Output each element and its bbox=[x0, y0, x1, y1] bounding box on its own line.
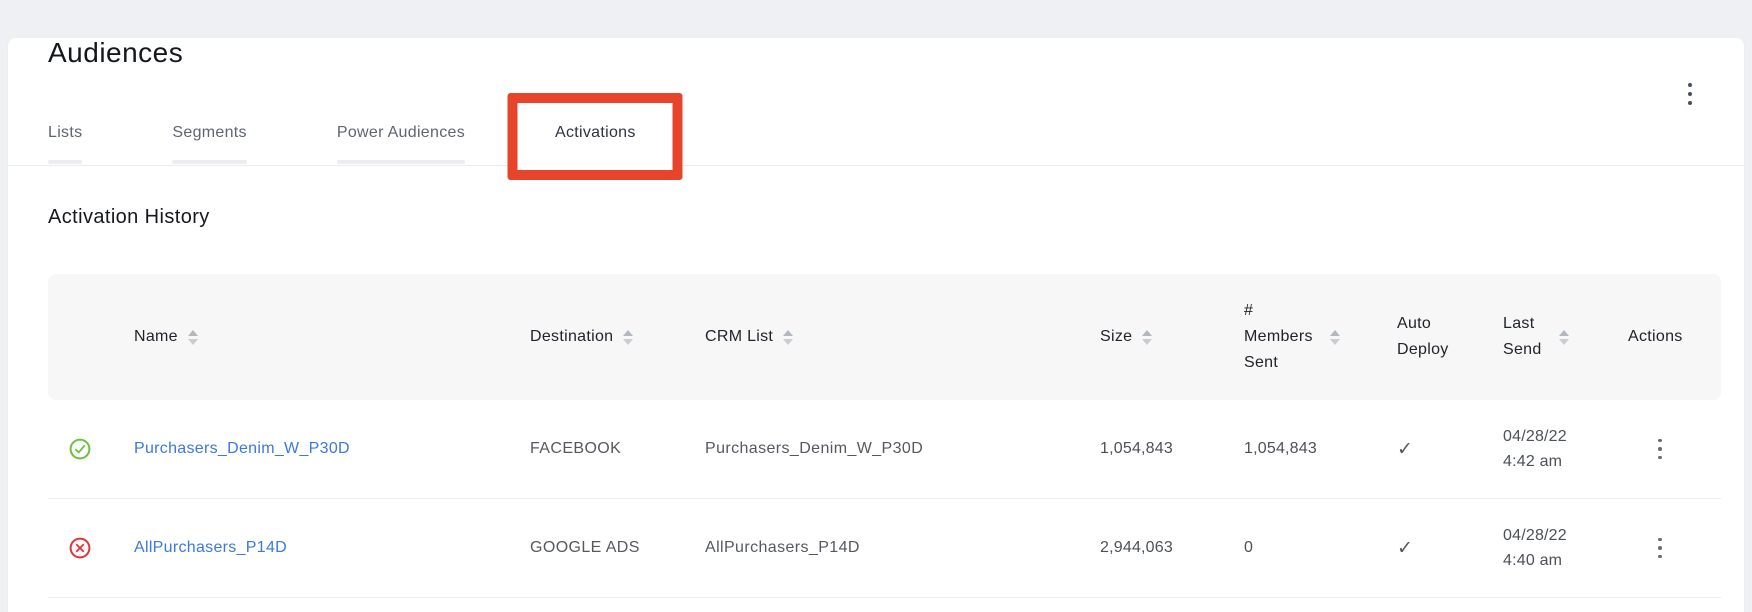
destination-cell: FACEBOOK bbox=[530, 440, 705, 458]
table-header-row: Name Destination CRM List Size # Members… bbox=[48, 274, 1721, 400]
kebab-dot bbox=[1658, 538, 1662, 542]
table-row: Purchasers_Denim_W_P30D FACEBOOK Purchas… bbox=[48, 400, 1721, 499]
column-label: Name bbox=[134, 324, 178, 350]
section-heading: Activation History bbox=[48, 206, 1744, 228]
kebab-dot bbox=[1658, 555, 1662, 559]
sort-icon[interactable] bbox=[1559, 330, 1569, 345]
column-header-crm-list: CRM List bbox=[705, 324, 1100, 350]
column-header-size: Size bbox=[1100, 324, 1244, 350]
size-cell: 2,944,063 bbox=[1100, 539, 1244, 557]
auto-deploy-check-icon: ✓ bbox=[1397, 537, 1503, 560]
activation-history-table: Name Destination CRM List Size # Members… bbox=[48, 274, 1721, 598]
tab-activations[interactable]: Activations bbox=[555, 124, 636, 165]
actions-cell bbox=[1628, 528, 1721, 568]
row-kebab-menu-icon[interactable] bbox=[1646, 429, 1674, 469]
column-header-members-sent: # Members Sent bbox=[1244, 298, 1397, 376]
last-send-cell: 04/28/22 4:40 am bbox=[1503, 523, 1628, 573]
last-send-time: 4:40 am bbox=[1503, 548, 1628, 573]
check-circle-icon bbox=[69, 438, 91, 460]
sort-icon[interactable] bbox=[783, 330, 793, 345]
activation-name-link[interactable]: AllPurchasers_P14D bbox=[134, 539, 287, 556]
column-header-auto-deploy: Auto Deploy bbox=[1397, 311, 1503, 363]
tab-underline bbox=[337, 160, 465, 164]
tab-label: Power Audiences bbox=[337, 124, 465, 141]
members-sent-cell: 1,054,843 bbox=[1244, 440, 1397, 458]
status-cell bbox=[48, 537, 134, 559]
kebab-dot bbox=[1658, 456, 1662, 460]
tab-underline bbox=[48, 160, 82, 164]
sort-icon[interactable] bbox=[623, 330, 633, 345]
column-label: Last Send bbox=[1503, 311, 1549, 363]
row-kebab-menu-icon[interactable] bbox=[1646, 528, 1674, 568]
column-header-last-send: Last Send bbox=[1503, 311, 1628, 363]
size-cell: 1,054,843 bbox=[1100, 440, 1244, 458]
tab-underline bbox=[172, 160, 246, 164]
column-label: CRM List bbox=[705, 324, 773, 350]
tab-active-underline bbox=[555, 161, 636, 164]
auto-deploy-check-icon: ✓ bbox=[1397, 438, 1503, 461]
last-send-date: 04/28/22 bbox=[1503, 424, 1628, 449]
column-label: Actions bbox=[1628, 324, 1683, 350]
crm-list-cell: AllPurchasers_P14D bbox=[705, 539, 1100, 557]
column-label: Destination bbox=[530, 324, 613, 350]
column-header-actions: Actions bbox=[1628, 324, 1721, 350]
audiences-panel: Audiences Lists Segments Power Audiences… bbox=[8, 38, 1744, 612]
column-label: Size bbox=[1100, 324, 1132, 350]
last-send-time: 4:42 am bbox=[1503, 449, 1628, 474]
tab-bar: Lists Segments Power Audiences Activatio… bbox=[8, 124, 1744, 166]
tab-label: Activations bbox=[555, 124, 636, 141]
kebab-dot bbox=[1658, 546, 1662, 550]
tab-label: Lists bbox=[48, 124, 82, 141]
sort-icon[interactable] bbox=[188, 330, 198, 345]
actions-cell bbox=[1628, 429, 1721, 469]
kebab-dot bbox=[1658, 447, 1662, 451]
kebab-dot bbox=[1688, 101, 1692, 105]
column-label: # Members Sent bbox=[1244, 298, 1320, 376]
crm-list-cell: Purchasers_Denim_W_P30D bbox=[705, 440, 1100, 458]
activation-name-link[interactable]: Purchasers_Denim_W_P30D bbox=[134, 440, 350, 457]
x-circle-icon bbox=[69, 537, 91, 559]
column-header-destination: Destination bbox=[530, 324, 705, 350]
kebab-dot bbox=[1688, 92, 1692, 96]
kebab-dot bbox=[1688, 83, 1692, 87]
page-title: Audiences bbox=[48, 38, 1744, 68]
tab-power-audiences[interactable]: Power Audiences bbox=[337, 124, 465, 165]
name-cell: Purchasers_Denim_W_P30D bbox=[134, 440, 530, 458]
table-row: AllPurchasers_P14D GOOGLE ADS AllPurchas… bbox=[48, 499, 1721, 598]
sort-icon[interactable] bbox=[1142, 330, 1152, 345]
tab-label: Segments bbox=[172, 124, 246, 141]
members-sent-cell: 0 bbox=[1244, 539, 1397, 557]
last-send-cell: 04/28/22 4:42 am bbox=[1503, 424, 1628, 474]
tab-lists[interactable]: Lists bbox=[48, 124, 82, 165]
sort-icon[interactable] bbox=[1330, 330, 1340, 345]
tab-segments[interactable]: Segments bbox=[172, 124, 246, 165]
status-cell bbox=[48, 438, 134, 460]
column-header-name: Name bbox=[134, 324, 530, 350]
column-label: Auto Deploy bbox=[1397, 311, 1455, 363]
destination-cell: GOOGLE ADS bbox=[530, 539, 705, 557]
kebab-dot bbox=[1658, 439, 1662, 443]
last-send-date: 04/28/22 bbox=[1503, 523, 1628, 548]
kebab-menu-icon[interactable] bbox=[1672, 74, 1708, 114]
name-cell: AllPurchasers_P14D bbox=[134, 539, 530, 557]
